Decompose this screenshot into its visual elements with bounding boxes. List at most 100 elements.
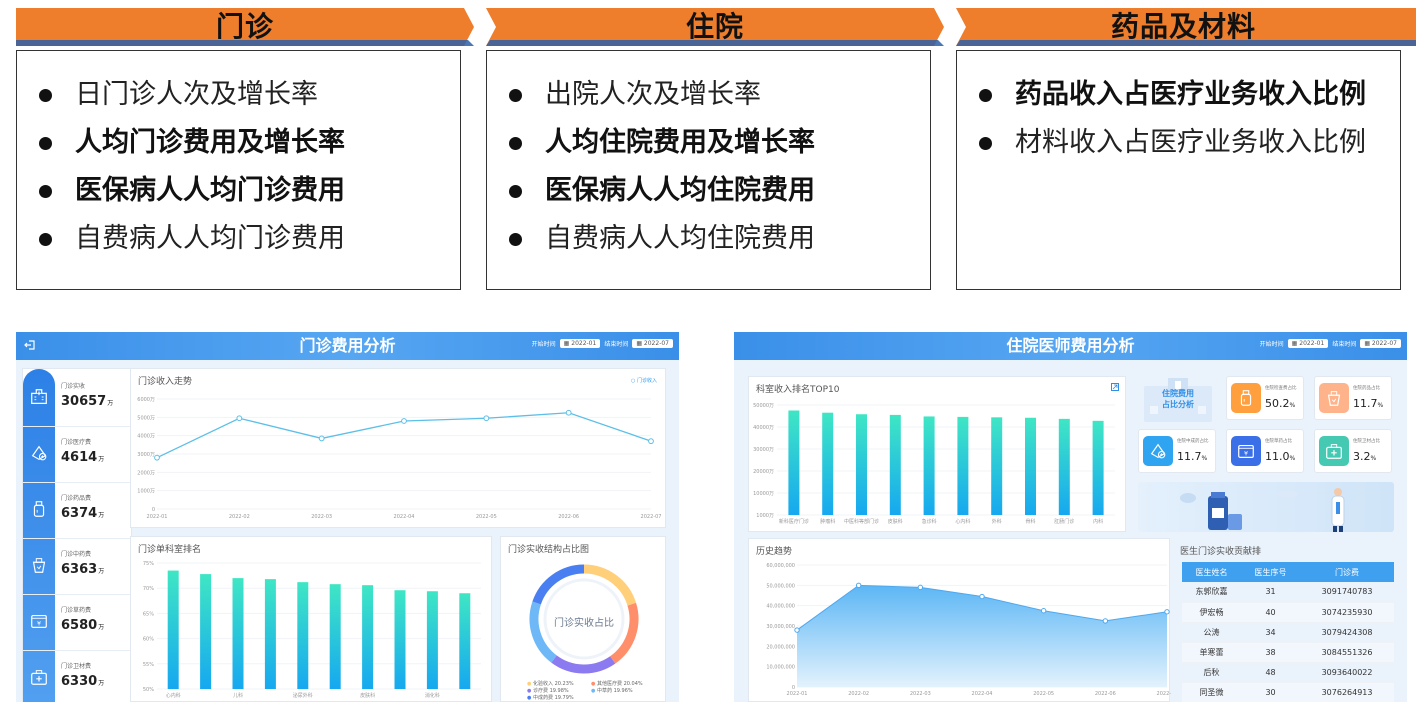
y-tick-label: 1000万 xyxy=(137,489,155,495)
kpi-value: 6374万 xyxy=(61,506,104,521)
kpi-number: 6580 xyxy=(61,618,98,633)
end-date-input[interactable]: ▦ 2022-07 xyxy=(1360,339,1401,348)
legend-entry[interactable]: ● 中成药费 19.79% xyxy=(527,695,591,702)
share-kpi-number: 50.2 xyxy=(1265,397,1290,410)
x-tick-label: 外科 xyxy=(992,518,1002,525)
medicine-bottle-icon xyxy=(1240,390,1252,406)
y-tick-label: 40000万 xyxy=(753,425,774,431)
table-row[interactable]: 同圣微 30 3076264913 xyxy=(1182,682,1394,702)
kpi-value: 30657万 xyxy=(61,394,113,409)
donut-legend: ● 化验收入 20.23% ● 其他医疗费 20.04%● 诊疗费 19.98% ●… xyxy=(527,681,661,702)
bar xyxy=(957,416,969,515)
y-tick-label: 55% xyxy=(143,662,154,668)
kpi-number: 6330 xyxy=(61,674,98,689)
kpi-item[interactable]: 门诊药品费 6374万 xyxy=(23,481,133,539)
share-kpi-card[interactable]: 住院中成药占比 11.7% xyxy=(1138,429,1216,473)
share-kpi-card[interactable]: 住院检查费占比 50.2% xyxy=(1226,376,1304,420)
category-title: 住院 xyxy=(685,10,744,43)
legend-entry[interactable]: ● 化验收入 20.23% xyxy=(527,681,591,688)
bar xyxy=(329,584,341,689)
bar xyxy=(200,574,212,689)
category-item-text: 医保病人人均住院费用 xyxy=(545,175,815,206)
kpi-item[interactable]: 门诊卫材费 6330万 xyxy=(23,649,133,702)
end-date-input[interactable]: ▦ 2022-07 xyxy=(632,339,673,348)
structure-panel: 门诊实收结构占比图 门诊实收占比 ● 化验收入 20.23% ● 其他医疗费 20… xyxy=(500,536,666,702)
legend-pct: 19.79% xyxy=(554,695,574,701)
x-tick-label: 2022-07 xyxy=(641,514,662,520)
x-tick-label: 2022-01 xyxy=(147,514,168,520)
start-date-input[interactable]: ▦ 2022-01 xyxy=(559,339,601,348)
y-tick-label: 10,000,000 xyxy=(766,665,795,671)
share-kpi-card[interactable]: 住院药品占比 11.7% xyxy=(1314,376,1392,420)
y-tick-label: 30000万 xyxy=(753,447,774,453)
kpi-item[interactable]: ¥ 门诊草药费 6580万 xyxy=(23,593,133,651)
end-date-label: 结束时间 xyxy=(1332,341,1357,348)
legend-swatch: ● xyxy=(591,681,596,687)
legend-entry[interactable]: ● 中草药 19.96% xyxy=(591,688,655,695)
share-kpi-card[interactable]: 住院卫材占比 3.2% xyxy=(1314,429,1392,473)
doctor-table: 医生姓名 医生序号 门诊费 东郭欣嘉 31 3091740783 伊宏畅 40 3074235… xyxy=(1182,562,1394,702)
x-tick-label: 骨科 xyxy=(1025,518,1035,525)
table-row[interactable]: 后秋 48 3093640022 xyxy=(1182,662,1394,683)
date-range: 开始时间 ▦ 2022-01 结束时间 ▦ 2022-07 xyxy=(1260,339,1401,348)
x-tick-label: 急诊科 xyxy=(922,518,937,525)
first-aid-kit-icon xyxy=(31,670,47,685)
kpi-item[interactable]: 门诊实收 30657万 xyxy=(23,369,133,427)
category-item: 出院人次及增长率 xyxy=(509,71,930,119)
table-cell: 3084551326 xyxy=(1300,642,1394,663)
legend-entry[interactable]: ● 诊疗费 19.98% xyxy=(527,688,591,695)
y-tick-label: 70% xyxy=(143,586,154,592)
category-item: 材料收入占医疗业务收入比例 xyxy=(979,119,1400,167)
table-header-cell[interactable]: 医生序号 xyxy=(1241,562,1301,582)
kpi-item[interactable]: 门诊医疗费 4614万 xyxy=(23,425,133,483)
share-kpi-label: 住院草药占比 xyxy=(1265,439,1292,444)
x-tick-label: 2022-07 xyxy=(1157,691,1171,697)
legend-swatch: ● xyxy=(527,681,532,687)
end-date-value: 2022-07 xyxy=(1371,340,1397,347)
start-date-input[interactable]: ▦ 2022-01 xyxy=(1287,339,1329,348)
category-box: 日门诊人次及增长率 人均门诊费用及增长率 医保病人人均门诊费用 自费病人人均门诊费用 xyxy=(16,50,461,290)
x-tick-label: 2022-05 xyxy=(1033,691,1054,697)
bar xyxy=(822,412,834,515)
table-row[interactable]: 伊宏畅 40 3074235930 xyxy=(1182,602,1394,623)
kpi-item[interactable]: 门诊中药费 6363万 xyxy=(23,537,133,595)
y-tick-label: 4000万 xyxy=(137,434,155,440)
donut-slice xyxy=(532,564,585,605)
category-item: 人均门诊费用及增长率 xyxy=(39,119,460,167)
category-item-text: 材料收入占医疗业务收入比例 xyxy=(1015,127,1366,158)
x-tick-label: 泌尿外科 xyxy=(293,692,313,699)
svg-text:¥: ¥ xyxy=(1244,451,1248,458)
table-header-cell[interactable]: 门诊费 xyxy=(1300,562,1394,582)
legend-name: 化验收入 xyxy=(532,681,553,687)
history-point xyxy=(1102,618,1109,624)
bullet-icon xyxy=(39,88,52,102)
table-row[interactable]: 单寒蕾 38 3084551326 xyxy=(1182,642,1394,663)
share-kpi-card[interactable]: ¥ 住院草药占比 11.0% xyxy=(1226,429,1304,473)
bar xyxy=(1025,417,1036,515)
y-tick-label: 60% xyxy=(143,637,154,643)
table-row[interactable]: 东郭欣嘉 31 3091740783 xyxy=(1182,582,1394,603)
y-tick-label: 40,000,000 xyxy=(766,604,795,610)
share-kpi-value: 11.7% xyxy=(1353,397,1383,410)
share-kpi-label: 住院中成药占比 xyxy=(1177,439,1209,444)
table-row[interactable]: 公涛 34 3079424308 xyxy=(1182,622,1394,643)
svg-text:¥: ¥ xyxy=(37,621,41,628)
x-tick-label: 肿瘤科 xyxy=(820,518,835,525)
x-tick-label: 2022-04 xyxy=(394,514,415,520)
start-date-label: 开始时间 xyxy=(531,341,556,348)
x-tick-label: 2022-04 xyxy=(972,691,993,697)
end-date-label: 结束时间 xyxy=(604,341,629,348)
trend-point xyxy=(565,409,572,416)
y-tick-label: 0 xyxy=(152,507,155,513)
bullet-icon xyxy=(39,232,52,246)
legend-pct: 19.98% xyxy=(549,688,569,694)
table-cell: 30 xyxy=(1241,682,1301,702)
date-range: 开始时间 ▦ 2022-01 结束时间 ▦ 2022-07 xyxy=(532,339,673,348)
category-item-text: 人均门诊费用及增长率 xyxy=(75,127,345,158)
bar xyxy=(1058,418,1070,515)
end-date-value: 2022-07 xyxy=(643,340,669,347)
legend-entry[interactable]: ● 其他医疗费 20.04% xyxy=(591,681,655,688)
table-header-cell[interactable]: 医生姓名 xyxy=(1182,562,1242,582)
share-analysis-title: 住院费用占比分析 xyxy=(1162,389,1194,409)
first-aid-kit-icon xyxy=(1326,444,1342,459)
